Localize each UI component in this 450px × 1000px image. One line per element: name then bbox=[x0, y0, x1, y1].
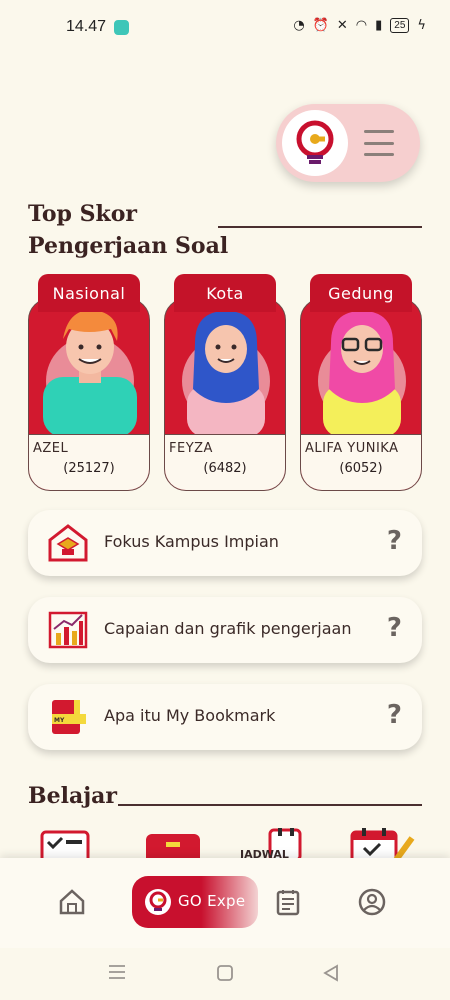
home-button-icon[interactable] bbox=[216, 964, 234, 982]
score-card-info: FEYZA (6482) bbox=[165, 434, 285, 490]
bottom-navigation: GO Expe bbox=[0, 858, 450, 948]
go-logo-icon bbox=[145, 889, 171, 915]
go-expert-label: GO Expe bbox=[178, 892, 246, 910]
info-row-capaian[interactable]: Capaian dan grafik pengerjaan ? bbox=[28, 597, 422, 663]
help-icon[interactable]: ? bbox=[387, 526, 402, 556]
score-card-gedung[interactable]: ALIFA YUNIKA (6052) bbox=[300, 298, 422, 491]
info-row-label: Apa itu My Bookmark bbox=[104, 706, 276, 725]
help-icon[interactable]: ? bbox=[387, 613, 402, 643]
back-button-icon[interactable] bbox=[322, 964, 340, 982]
score-card-score: (6052) bbox=[339, 461, 383, 476]
signal-icon: ◔ bbox=[293, 18, 305, 33]
score-card-kota[interactable]: FEYZA (6482) bbox=[164, 298, 286, 491]
mute-icon: ✕ bbox=[336, 18, 348, 33]
tab-nasional[interactable]: Nasional bbox=[38, 274, 140, 312]
section-divider bbox=[118, 804, 422, 806]
hamburger-icon[interactable] bbox=[364, 130, 394, 156]
calendar-pencil-icon[interactable] bbox=[350, 828, 416, 860]
score-card-name: ALIFA YUNIKA bbox=[305, 441, 399, 456]
alarm-icon: ⏰ bbox=[312, 18, 329, 33]
system-navigation-bar bbox=[0, 948, 450, 1000]
bookmark-book-icon: MY bbox=[52, 700, 86, 734]
avatar-feyza bbox=[182, 311, 270, 437]
tab-kota[interactable]: Kota bbox=[174, 274, 276, 312]
score-card-score: (6482) bbox=[203, 461, 247, 476]
top-score-title-line1: Top Skor bbox=[28, 201, 137, 227]
home-icon[interactable] bbox=[58, 888, 86, 916]
campus-icon bbox=[48, 524, 88, 562]
status-icons: ◔ ⏰ ✕ ◠ ▮ 25 ϟ bbox=[293, 18, 426, 33]
status-bar: 14.47 ◔ ⏰ ✕ ◠ ▮ 25 ϟ bbox=[0, 0, 450, 56]
info-row-bookmark[interactable]: MY Apa itu My Bookmark ? bbox=[28, 684, 422, 750]
book-icon[interactable] bbox=[144, 828, 202, 860]
charging-icon: ϟ bbox=[417, 18, 426, 33]
battery-icon: 25 bbox=[390, 18, 410, 33]
svg-text:MY: MY bbox=[54, 717, 65, 724]
profile-icon[interactable] bbox=[358, 888, 386, 916]
avatar-alifa bbox=[318, 311, 406, 437]
score-card-name: AZEL bbox=[33, 441, 69, 456]
calendar-note-icon[interactable] bbox=[274, 888, 302, 916]
status-time: 14.47 bbox=[66, 18, 107, 35]
score-card-score: (25127) bbox=[63, 461, 115, 476]
info-row-label: Capaian dan grafik pengerjaan bbox=[104, 619, 352, 638]
avatar-azel bbox=[43, 310, 137, 437]
schedule-calendar-icon[interactable]: JADWAL bbox=[238, 828, 304, 860]
tab-gedung[interactable]: Gedung bbox=[310, 274, 412, 312]
cell-signal-icon: ▮ bbox=[375, 18, 383, 33]
score-card-name: FEYZA bbox=[169, 441, 213, 456]
info-row-label: Fokus Kampus Impian bbox=[104, 532, 279, 551]
go-expert-button[interactable]: GO Expe bbox=[132, 876, 258, 928]
top-score-title-line2: Pengerjaan Soal bbox=[28, 233, 229, 259]
score-card-info: AZEL (25127) bbox=[29, 434, 149, 490]
score-card-nasional[interactable]: AZEL (25127) bbox=[28, 298, 150, 491]
chart-icon bbox=[48, 611, 88, 649]
help-icon[interactable]: ? bbox=[387, 700, 402, 730]
go-logo-icon[interactable] bbox=[282, 110, 348, 176]
section-divider bbox=[218, 226, 422, 228]
info-row-kampus-impian[interactable]: Fokus Kampus Impian ? bbox=[28, 510, 422, 576]
belajar-title: Belajar bbox=[28, 783, 118, 809]
checklist-icon[interactable] bbox=[40, 828, 92, 860]
header-menu-pill[interactable] bbox=[276, 104, 420, 182]
top-score-title: Top Skor Pengerjaan Soal bbox=[28, 198, 228, 262]
recent-apps-icon[interactable] bbox=[108, 964, 126, 980]
score-card-info: ALIFA YUNIKA (6052) bbox=[301, 434, 421, 490]
notification-app-icon bbox=[114, 20, 129, 35]
wifi-icon: ◠ bbox=[355, 18, 368, 33]
